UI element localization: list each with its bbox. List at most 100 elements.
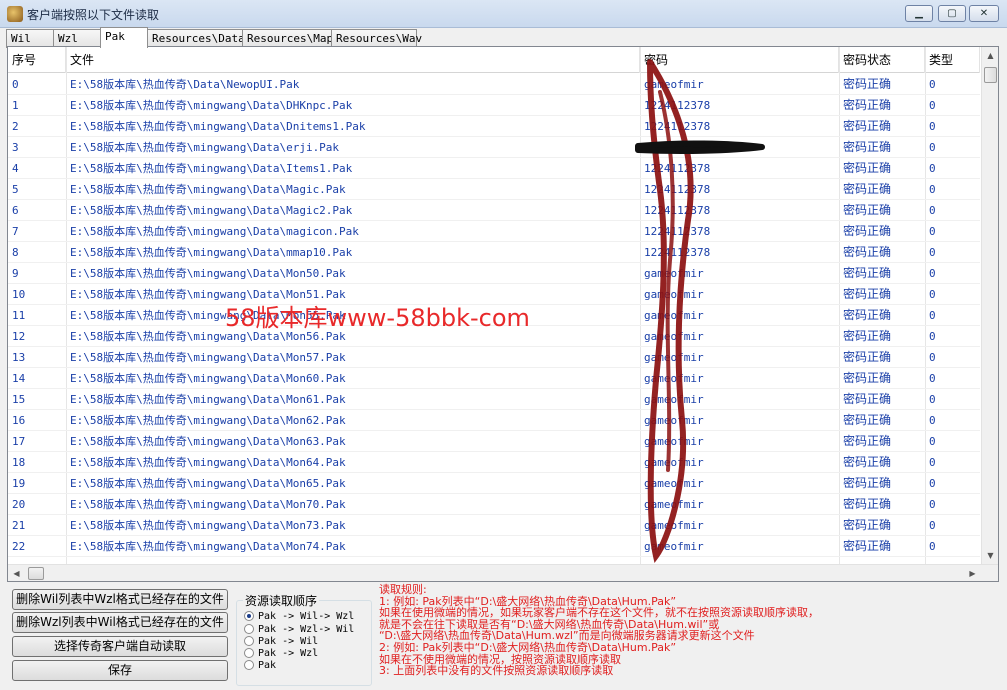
rules-line: 3: 上面列表中没有的文件按照资源读取顺序读取 bbox=[379, 664, 614, 678]
table-row[interactable]: 4 E:\58版本库\热血传奇\mingwang\Data\Items1.Pak 1… bbox=[8, 158, 980, 179]
cell-type: 0 bbox=[929, 99, 936, 112]
cell-password: gameofmir bbox=[644, 414, 704, 427]
file-list-table[interactable]: 序号 文件 密码 密码状态 类型 0 E:\58版本库\热血传奇\Data\New… bbox=[7, 46, 999, 582]
radio-icon[interactable] bbox=[244, 660, 254, 670]
header-password-status[interactable]: 密码状态 bbox=[839, 47, 925, 73]
table-row[interactable]: 18 E:\58版本库\热血传奇\mingwang\Data\Mon64.Pak g… bbox=[8, 452, 980, 473]
table-row[interactable]: 21 E:\58版本库\热血传奇\mingwang\Data\Mon73.Pak g… bbox=[8, 515, 980, 536]
table-row[interactable]: 3 E:\58版本库\热血传奇\mingwang\Data\erji.Pak 密码正… bbox=[8, 137, 980, 158]
table-row[interactable]: 12 E:\58版本库\热血传奇\mingwang\Data\Mon56.Pak g… bbox=[8, 326, 980, 347]
header-file[interactable]: 文件 bbox=[66, 47, 640, 73]
vertical-scrollbar[interactable]: ▲ ▼ bbox=[981, 47, 998, 564]
cell-seq: 17 bbox=[12, 435, 26, 448]
cell-file: E:\58版本库\热血传奇\mingwang\Data\mmap10.Pak bbox=[70, 246, 353, 259]
table-row[interactable]: 2 E:\58版本库\热血传奇\mingwang\Data\Dnitems1.Pa… bbox=[8, 116, 980, 137]
horizontal-scrollbar[interactable]: ◀ ▶ bbox=[8, 564, 998, 581]
table-row[interactable]: 11 E:\58版本库\热血传奇\mingwang\Data\Mon55.Pak g… bbox=[8, 305, 980, 326]
delete-wzl-in-wil-button[interactable]: 删除Wil列表中Wzl格式已经存在的文件 bbox=[12, 589, 228, 610]
header-password[interactable]: 密码 bbox=[640, 47, 839, 73]
table-row[interactable]: 20 E:\58版本库\热血传奇\mingwang\Data\Mon70.Pak g… bbox=[8, 494, 980, 515]
cell-password: 1224112378 bbox=[644, 120, 711, 133]
cell-file: E:\58版本库\热血传奇\mingwang\Data\Mon65.Pak bbox=[70, 477, 346, 490]
table-row[interactable]: 1 E:\58版本库\热血传奇\mingwang\Data\DHKnpc.Pak 1… bbox=[8, 95, 980, 116]
cell-password-status: 密码正确 bbox=[843, 371, 892, 385]
cell-password-status: 密码正确 bbox=[843, 455, 892, 469]
table-row[interactable]: 5 E:\58版本库\热血传奇\mingwang\Data\Magic.Pak 12… bbox=[8, 179, 980, 200]
cell-seq: 18 bbox=[12, 456, 26, 469]
table-row[interactable]: 0 E:\58版本库\热血传奇\Data\NewopUI.Pak gameofmir… bbox=[8, 74, 980, 95]
cell-type: 0 bbox=[929, 78, 936, 91]
cell-password-status: 密码正确 bbox=[843, 518, 892, 532]
cell-seq: 5 bbox=[12, 183, 19, 196]
minimize-button[interactable]: ▁ bbox=[905, 5, 933, 22]
radio-icon[interactable] bbox=[244, 636, 254, 646]
cell-password-status: 密码正确 bbox=[843, 245, 892, 259]
radio-pak[interactable]: Pak bbox=[244, 659, 276, 671]
cell-file: E:\58版本库\热血传奇\mingwang\Data\Mon51.Pak bbox=[70, 288, 346, 301]
cell-password: gameofmir bbox=[644, 519, 704, 532]
cell-password: gameofmir bbox=[644, 288, 704, 301]
table-row[interactable]: 22 E:\58版本库\热血传奇\mingwang\Data\Mon74.Pak g… bbox=[8, 536, 980, 557]
cell-password: gameofmir bbox=[644, 78, 704, 91]
cell-password-status: 密码正确 bbox=[843, 308, 892, 322]
delete-wil-in-wzl-button[interactable]: 删除Wzl列表中Wil格式已经存在的文件 bbox=[12, 612, 228, 633]
cell-file: E:\58版本库\热血传奇\mingwang\Data\Items1.Pak bbox=[70, 162, 353, 175]
table-body: 0 E:\58版本库\热血传奇\Data\NewopUI.Pak gameofmir… bbox=[8, 74, 980, 564]
scroll-right-icon[interactable]: ▶ bbox=[964, 565, 981, 581]
tab-strip: Wil Wzl Pak Resources\Data Resources\Map… bbox=[6, 27, 422, 48]
table-row[interactable]: 10 E:\58版本库\热血传奇\mingwang\Data\Mon51.Pak g… bbox=[8, 284, 980, 305]
cell-password-status: 密码正确 bbox=[843, 98, 892, 112]
table-row[interactable]: 8 E:\58版本库\热血传奇\mingwang\Data\mmap10.Pak 1… bbox=[8, 242, 980, 263]
close-icon: ✕ bbox=[979, 8, 989, 19]
table-row[interactable]: 6 E:\58版本库\热血传奇\mingwang\Data\Magic2.Pak 1… bbox=[8, 200, 980, 221]
cell-type: 0 bbox=[929, 540, 936, 553]
horizontal-scroll-thumb[interactable] bbox=[28, 567, 44, 580]
table-row[interactable]: 14 E:\58版本库\热血传奇\mingwang\Data\Mon60.Pak g… bbox=[8, 368, 980, 389]
table-row[interactable]: 19 E:\58版本库\热血传奇\mingwang\Data\Mon65.Pak g… bbox=[8, 473, 980, 494]
radio-pak-wzl[interactable]: Pak -> Wzl bbox=[244, 647, 318, 659]
scroll-left-icon[interactable]: ◀ bbox=[8, 565, 25, 581]
radio-selected-icon[interactable] bbox=[244, 611, 254, 621]
table-row[interactable]: 13 E:\58版本库\热血传奇\mingwang\Data\Mon57.Pak g… bbox=[8, 347, 980, 368]
radio-icon[interactable] bbox=[244, 624, 254, 634]
cell-seq: 12 bbox=[12, 330, 26, 343]
cell-type: 0 bbox=[929, 435, 936, 448]
cell-file: E:\58版本库\热血传奇\mingwang\Data\Mon73.Pak bbox=[70, 519, 346, 532]
cell-type: 0 bbox=[929, 183, 936, 196]
cell-password: 1224112378 bbox=[644, 183, 711, 196]
cell-type: 0 bbox=[929, 204, 936, 217]
radio-icon[interactable] bbox=[244, 648, 254, 658]
radio-pak-wil[interactable]: Pak -> Wil bbox=[244, 635, 318, 647]
table-row[interactable]: 7 E:\58版本库\热血传奇\mingwang\Data\magicon.Pak… bbox=[8, 221, 980, 242]
header-type[interactable]: 类型 bbox=[925, 47, 980, 73]
auto-read-client-button[interactable]: 选择传奇客户端自动读取 bbox=[12, 636, 228, 657]
maximize-button[interactable]: ▢ bbox=[938, 5, 966, 22]
cell-type: 0 bbox=[929, 141, 936, 154]
header-seq[interactable]: 序号 bbox=[8, 47, 66, 73]
close-button[interactable]: ✕ bbox=[969, 5, 999, 22]
cell-type: 0 bbox=[929, 456, 936, 469]
cell-file: E:\58版本库\热血传奇\mingwang\Data\Magic.Pak bbox=[70, 183, 346, 196]
rules-line: 读取规则: bbox=[379, 583, 427, 596]
vertical-scroll-thumb[interactable] bbox=[984, 67, 997, 83]
table-row[interactable]: 15 E:\58版本库\热血传奇\mingwang\Data\Mon61.Pak g… bbox=[8, 389, 980, 410]
cell-type: 0 bbox=[929, 519, 936, 532]
cell-seq: 2 bbox=[12, 120, 19, 133]
cell-password-status: 密码正确 bbox=[843, 539, 892, 553]
cell-type: 0 bbox=[929, 225, 936, 238]
cell-password-status: 密码正确 bbox=[843, 119, 892, 133]
scroll-up-icon[interactable]: ▲ bbox=[982, 47, 998, 64]
cell-seq: 14 bbox=[12, 372, 26, 385]
cell-seq: 9 bbox=[12, 267, 19, 280]
radio-pak-wzl-wil[interactable]: Pak -> Wzl-> Wil bbox=[244, 623, 354, 635]
radio-pak-wil-wzl[interactable]: Pak -> Wil-> Wzl bbox=[244, 610, 354, 622]
table-row[interactable]: 16 E:\58版本库\热血传奇\mingwang\Data\Mon62.Pak g… bbox=[8, 410, 980, 431]
cell-seq: 8 bbox=[12, 246, 19, 259]
save-button[interactable]: 保存 bbox=[12, 660, 228, 681]
table-row[interactable]: 17 E:\58版本库\热血传奇\mingwang\Data\Mon63.Pak g… bbox=[8, 431, 980, 452]
table-row[interactable]: 9 E:\58版本库\热血传奇\mingwang\Data\Mon50.Pak ga… bbox=[8, 263, 980, 284]
cell-file: E:\58版本库\热血传奇\mingwang\Data\Mon50.Pak bbox=[70, 267, 346, 280]
cell-password-status: 密码正确 bbox=[843, 224, 892, 238]
scroll-down-icon[interactable]: ▼ bbox=[982, 547, 998, 564]
tab-pak[interactable]: Pak bbox=[100, 27, 148, 48]
